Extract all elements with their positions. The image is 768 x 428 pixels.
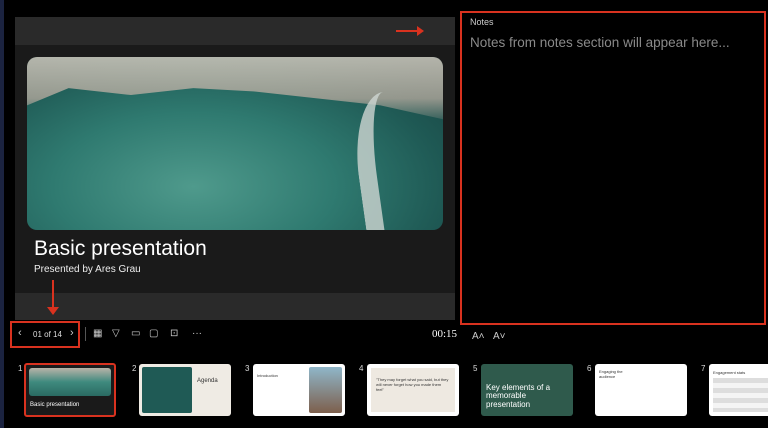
slide-title: Basic presentation [34,237,207,260]
thumb-number: 1 [18,364,23,373]
slide-bottom-bar [15,293,455,320]
thumbnail-slide-7[interactable]: Engagement stats [709,364,768,416]
thumb-number: 4 [359,364,364,373]
thumbnail-slide-1[interactable]: Basic presentation [24,363,116,417]
thumbnail-slide-5[interactable]: Key elements of a memorable presentation [481,364,573,416]
notes-text: Notes from notes section will appear her… [470,35,730,50]
annotation-arrow-down [47,280,59,315]
divider [85,327,86,341]
thumbnail-slide-2[interactable]: Agenda [139,364,231,416]
notes-header: Notes [470,17,494,27]
thumbnail-slide-4[interactable]: "They may forget what you said, but they… [367,364,459,416]
thumb-number: 6 [587,364,592,373]
thumb-number: 5 [473,364,478,373]
present-settings-icon[interactable]: ⊡ [170,328,178,339]
increase-font-button[interactable]: A˄ [472,331,485,342]
annotation-arrow-right [396,26,424,36]
next-slide-button[interactable]: › [70,327,74,339]
slide-subtitle: Presented by Ares Grau [34,264,141,275]
timer: 00:15 [432,328,458,340]
slide-counter: 01 of 14 [33,330,62,339]
slide-top-bar [15,17,455,45]
more-options-button[interactable]: ··· [192,328,202,339]
thumb-number: 7 [701,364,706,373]
black-screen-icon[interactable]: ▭ [131,328,140,339]
window-edge [0,0,4,428]
thumb-number: 2 [132,364,137,373]
thumbnail-slide-3[interactable]: Introduction [253,364,345,416]
current-slide: Basic presentation Presented by Ares Gra… [15,45,455,293]
thumb-number: 3 [245,364,250,373]
laser-pointer-icon[interactable]: ▽ [112,328,120,339]
all-slides-icon[interactable]: ▦ [93,328,102,339]
camera-icon[interactable]: ▢ [149,328,158,339]
prev-slide-button[interactable]: ‹ [18,327,22,339]
slide-photo [27,57,443,230]
notes-panel[interactable]: Notes Notes from notes section will appe… [460,11,766,325]
thumbnail-slide-6[interactable]: Engaging the audience [595,364,687,416]
decrease-font-button[interactable]: A˅ [493,331,506,342]
